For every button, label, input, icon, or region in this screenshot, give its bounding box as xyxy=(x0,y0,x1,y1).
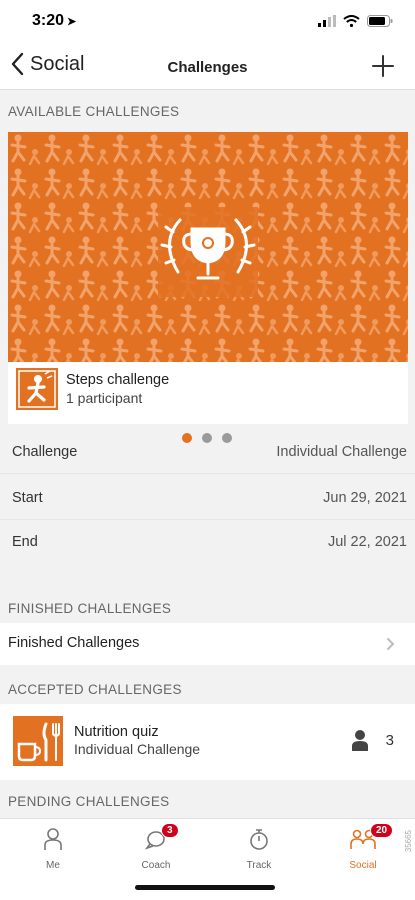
accepted-challenge-type: Individual Challenge xyxy=(74,741,201,757)
detail-label: Challenge xyxy=(12,444,78,460)
challenge-info: Steps challenge 1 participant xyxy=(16,368,169,410)
challenge-text: Steps challenge 1 participant xyxy=(66,372,169,406)
person-icon xyxy=(44,828,62,850)
nutrition-icon xyxy=(13,716,63,766)
tab-track[interactable]: Track xyxy=(224,827,294,871)
chevron-right-icon xyxy=(387,638,395,650)
accepted-challenge-text: Nutrition quiz Individual Challenge xyxy=(74,724,200,757)
tab-label: Track xyxy=(246,860,272,871)
challenge-name: Steps challenge xyxy=(66,372,170,388)
detail-row-end: End Jul 22, 2021 xyxy=(0,520,415,564)
social-badge: 20 xyxy=(370,823,394,838)
tab-label: Coach xyxy=(141,860,171,871)
steps-challenge-icon xyxy=(16,368,58,410)
stopwatch-icon xyxy=(250,829,268,850)
accepted-challenge-item[interactable]: Nutrition quiz Individual Challenge 3 xyxy=(0,704,415,780)
tab-coach[interactable]: 3 Coach xyxy=(121,823,191,871)
participant-icon xyxy=(352,730,368,751)
home-indicator xyxy=(135,885,275,890)
detail-value: Individual Challenge xyxy=(276,444,407,460)
tab-label: Social xyxy=(349,860,377,871)
page-title: Challenges xyxy=(167,59,248,76)
detail-value: Jun 29, 2021 xyxy=(323,490,407,506)
tab-social[interactable]: 20 Social xyxy=(328,823,398,871)
build-number: 35665 xyxy=(404,830,413,853)
page-dot-active[interactable] xyxy=(182,433,192,443)
page-dot[interactable] xyxy=(202,433,212,443)
detail-value: Jul 22, 2021 xyxy=(327,534,407,550)
detail-label: End xyxy=(12,534,38,550)
finished-challenges-label: Finished Challenges xyxy=(8,635,140,651)
tab-label: Me xyxy=(46,860,60,871)
finished-challenges-header: FINISHED CHALLENGES xyxy=(8,601,172,616)
challenge-banner-image xyxy=(8,132,408,362)
signal-icon xyxy=(318,15,336,27)
carousel-page-indicator[interactable] xyxy=(182,433,232,443)
challenge-details: Challenge Individual Challenge Start Jun… xyxy=(0,430,415,564)
plus-icon xyxy=(372,55,394,77)
tab-me[interactable]: Me xyxy=(18,827,88,871)
wifi-icon xyxy=(343,15,360,27)
status-icons xyxy=(318,15,393,27)
finished-challenges-row[interactable]: Finished Challenges xyxy=(0,623,415,665)
location-arrow-icon: ➤ xyxy=(67,16,77,28)
battery-icon xyxy=(367,15,393,27)
detail-label: Start xyxy=(12,490,43,506)
coach-badge: 3 xyxy=(161,823,179,838)
available-challenges-header: AVAILABLE CHALLENGES xyxy=(8,104,180,119)
accepted-challenges-header: ACCEPTED CHALLENGES xyxy=(8,682,182,697)
participant-count-value: 3 xyxy=(385,732,394,749)
accepted-challenge-name: Nutrition quiz xyxy=(74,724,159,740)
status-time: 3:20 ➤ xyxy=(32,12,77,29)
add-challenge-button[interactable] xyxy=(371,54,395,83)
featured-challenge-card[interactable]: Steps challenge 1 participant xyxy=(8,132,408,424)
page-dot[interactable] xyxy=(222,433,232,443)
nav-bar: Social Challenges xyxy=(0,44,415,90)
participant-count: 1 participant xyxy=(66,390,143,406)
detail-row-start: Start Jun 29, 2021 xyxy=(0,476,415,520)
status-bar: 3:20 ➤ xyxy=(0,0,415,44)
pending-challenges-header: PENDING CHALLENGES xyxy=(8,794,170,809)
